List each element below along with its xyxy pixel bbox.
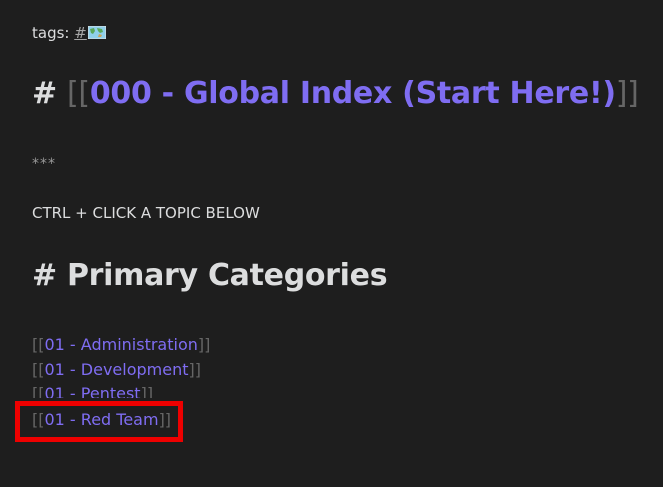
page-title-heading: # [[000 - Global Index (Start Here!)]] — [32, 76, 639, 111]
categories-heading: # Primary Categories — [32, 258, 388, 293]
tag-hash: # — [74, 24, 87, 42]
category-link-label[interactable]: 01 - Pentest — [44, 384, 140, 398]
category-link-label[interactable]: 01 - Administration — [44, 335, 197, 354]
category-link-red-team[interactable]: [[01 - Red Team]] — [32, 410, 171, 429]
link-open-bracket: [[ — [32, 410, 45, 429]
category-link-pentest[interactable]: [[01 - Pentest]] — [32, 384, 153, 398]
instruction-text: CTRL + CLICK A TOPIC BELOW — [32, 204, 260, 222]
global-index-link[interactable]: 000 - Global Index (Start Here!) — [90, 76, 616, 111]
tag-link[interactable]: # — [74, 24, 106, 42]
link-close-bracket: ]] — [615, 76, 639, 111]
link-close-bracket: ]] — [140, 384, 154, 398]
category-link-label[interactable]: 01 - Red Team — [44, 410, 158, 429]
link-close-bracket: ]] — [197, 335, 211, 354]
link-open-bracket: [[ — [32, 335, 45, 354]
editor-pane[interactable]: tags: # # [[000 - Global Index (Start He… — [0, 0, 663, 487]
link-open-bracket: [[ — [32, 360, 45, 379]
world-map-icon — [87, 26, 106, 39]
category-link-development[interactable]: [[01 - Development]] — [32, 360, 201, 379]
tags-label: tags: — [32, 24, 75, 42]
link-close-bracket: ]] — [158, 410, 172, 429]
horizontal-rule: *** — [32, 156, 56, 172]
category-link-administration[interactable]: [[01 - Administration]] — [32, 335, 210, 354]
link-open-bracket: [[ — [67, 76, 90, 111]
heading-hash: # — [32, 76, 57, 111]
link-open-bracket: [[ — [32, 384, 45, 398]
tags-line: tags: # — [32, 24, 106, 42]
link-close-bracket: ]] — [188, 360, 201, 379]
category-link-label[interactable]: 01 - Development — [44, 360, 188, 379]
